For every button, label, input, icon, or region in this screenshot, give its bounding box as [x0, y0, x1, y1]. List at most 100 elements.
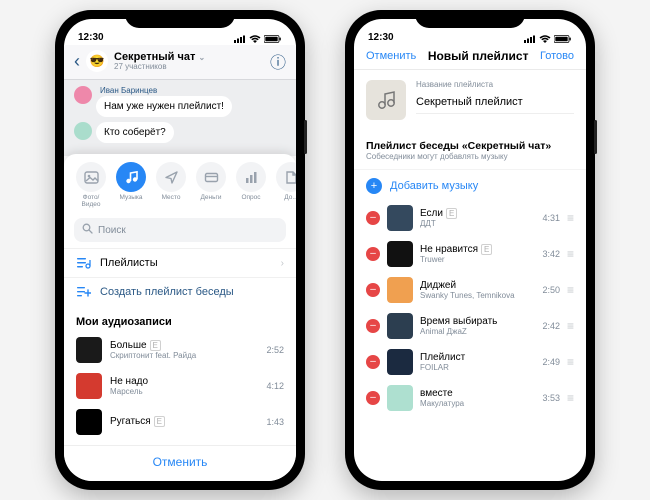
track-duration: 1:43 [266, 417, 284, 427]
track-artist: FOILAR [420, 363, 535, 372]
drag-handle-icon[interactable]: ≡ [567, 247, 574, 261]
track-cover [387, 277, 413, 303]
status-time: 12:30 [78, 32, 104, 43]
track-cover [387, 313, 413, 339]
chat-avatar[interactable]: 😎 [86, 50, 108, 72]
attach-label: Опрос [234, 194, 268, 201]
attach-image[interactable]: Фото/Видео [74, 162, 108, 208]
track-duration: 2:52 [266, 345, 284, 355]
drag-handle-icon[interactable]: ≡ [567, 319, 574, 333]
track-cover [387, 241, 413, 267]
attach-label: Музыка [114, 194, 148, 201]
chat-header: ‹ 😎 Секретный чат ⌄ 27 участников ⓘ [64, 45, 296, 80]
track-duration: 2:42 [542, 321, 560, 331]
chat-subtitle: 27 участников [114, 63, 264, 72]
wifi-icon [539, 35, 551, 43]
playlist-cover[interactable] [366, 80, 406, 120]
track-row[interactable]: Не надоМарсель 4:12 [64, 368, 296, 404]
attach-poll[interactable]: Опрос [234, 162, 268, 208]
add-music-row[interactable]: + Добавить музыку [354, 169, 586, 200]
my-audio-header: Мои аудиозаписи [64, 306, 296, 332]
notch [125, 10, 235, 28]
explicit-badge: E [150, 340, 161, 351]
my-audio-list: БольшеEСкриптонит feat. Райда2:52Не надо… [64, 332, 296, 440]
chevron-right-icon: › [281, 258, 284, 269]
create-playlist-label: Создать плейлист беседы [100, 286, 234, 298]
track-title: Не надо [110, 376, 258, 388]
playlists-label: Плейлисты [100, 257, 158, 269]
playlist-track-row[interactable]: –ЕслиEДДТ4:31≡ [354, 200, 586, 236]
track-cover [76, 409, 102, 435]
track-artist: Марсель [110, 387, 258, 396]
poll-icon [236, 162, 266, 192]
back-icon[interactable]: ‹ [74, 51, 80, 72]
track-cover [387, 385, 413, 411]
playlist-track-row[interactable]: –ДиджейSwanky Tunes, Temnikova2:50≡ [354, 272, 586, 308]
track-duration: 3:42 [542, 249, 560, 259]
track-cover [387, 349, 413, 375]
track-artist: Truwer [420, 255, 535, 264]
card-icon [196, 162, 226, 192]
attach-card[interactable]: Деньги [194, 162, 228, 208]
info-icon[interactable]: ⓘ [270, 49, 286, 73]
attach-doc[interactable]: До... [274, 162, 296, 208]
nav-cancel[interactable]: Отменить [366, 50, 416, 62]
nav-bar: Отменить Новый плейлист Готово [354, 45, 586, 70]
track-title: РугатьсяE [110, 416, 258, 428]
track-title: Плейлист [420, 352, 535, 364]
track-title: вместе [420, 388, 535, 400]
playlist-section-subtitle: Собеседники могут добавлять музыку [366, 152, 574, 161]
attachment-sheet: Фото/Видео Музыка Место Деньги Опрос До... По… [64, 154, 296, 481]
playlist-tracks: –ЕслиEДДТ4:31≡–Не нравитсяETruwer3:42≡–Д… [354, 200, 586, 416]
cancel-button[interactable]: Отменить [64, 445, 296, 481]
remove-track-button[interactable]: – [366, 355, 380, 369]
attach-location[interactable]: Место [154, 162, 188, 208]
remove-track-button[interactable]: – [366, 319, 380, 333]
track-cover [387, 205, 413, 231]
track-duration: 2:50 [542, 285, 560, 295]
home-indicator [425, 482, 515, 486]
home-indicator [135, 482, 225, 486]
playlist-section-title: Плейлист беседы «Секретный чат» [366, 140, 574, 152]
chat-title: Секретный чат [114, 51, 195, 63]
remove-track-button[interactable]: – [366, 391, 380, 405]
playlist-name-input[interactable] [416, 92, 574, 114]
playlists-row[interactable]: Плейлисты › [64, 248, 296, 277]
drag-handle-icon[interactable]: ≡ [567, 283, 574, 297]
track-row[interactable]: РугатьсяE 1:43 [64, 404, 296, 440]
track-duration: 2:49 [542, 357, 560, 367]
message-avatar [74, 122, 92, 140]
create-playlist-row[interactable]: Создать плейлист беседы [64, 277, 296, 306]
nav-done[interactable]: Готово [540, 50, 574, 62]
remove-track-button[interactable]: – [366, 211, 380, 225]
playlist-track-row[interactable]: –вместеМакулатура3:53≡ [354, 380, 586, 416]
phone-right: 12:30 Отменить Новый плейлист Готово Наз… [345, 10, 595, 490]
remove-track-button[interactable]: – [366, 247, 380, 261]
explicit-badge: E [154, 416, 165, 427]
search-input[interactable]: Поиск [74, 218, 286, 242]
explicit-badge: E [446, 208, 457, 219]
track-duration: 4:12 [266, 381, 284, 391]
track-title: Диджей [420, 280, 535, 292]
search-placeholder: Поиск [98, 225, 126, 236]
explicit-badge: E [481, 244, 492, 255]
remove-track-button[interactable]: – [366, 283, 380, 297]
attach-label: До... [274, 194, 296, 201]
nav-title: Новый плейлист [428, 49, 529, 63]
drag-handle-icon[interactable]: ≡ [567, 211, 574, 225]
attach-label: Деньги [194, 194, 228, 201]
message-bubble: Нам уже нужен плейлист! [96, 96, 232, 117]
playlist-track-row[interactable]: – ПлейлистFOILAR 2:49 ≡ [354, 344, 586, 380]
notch [415, 10, 525, 28]
signal-icon [524, 35, 536, 43]
track-artist: Макулатура [420, 399, 535, 408]
playlist-track-row[interactable]: –Не нравитсяETruwer3:42≡ [354, 236, 586, 272]
playlist-track-row[interactable]: –Время выбиратьAnimal ДжаZ2:42≡ [354, 308, 586, 344]
create-playlist-icon [76, 286, 92, 298]
phone-left: 12:30 ‹ 😎 Секретный чат ⌄ 27 участников … [55, 10, 305, 490]
attach-music[interactable]: Музыка [114, 162, 148, 208]
drag-handle-icon[interactable]: ≡ [567, 391, 574, 405]
track-row[interactable]: БольшеEСкриптонит feat. Райда2:52 [64, 332, 296, 368]
doc-icon [276, 162, 296, 192]
drag-handle-icon[interactable]: ≡ [567, 355, 574, 369]
